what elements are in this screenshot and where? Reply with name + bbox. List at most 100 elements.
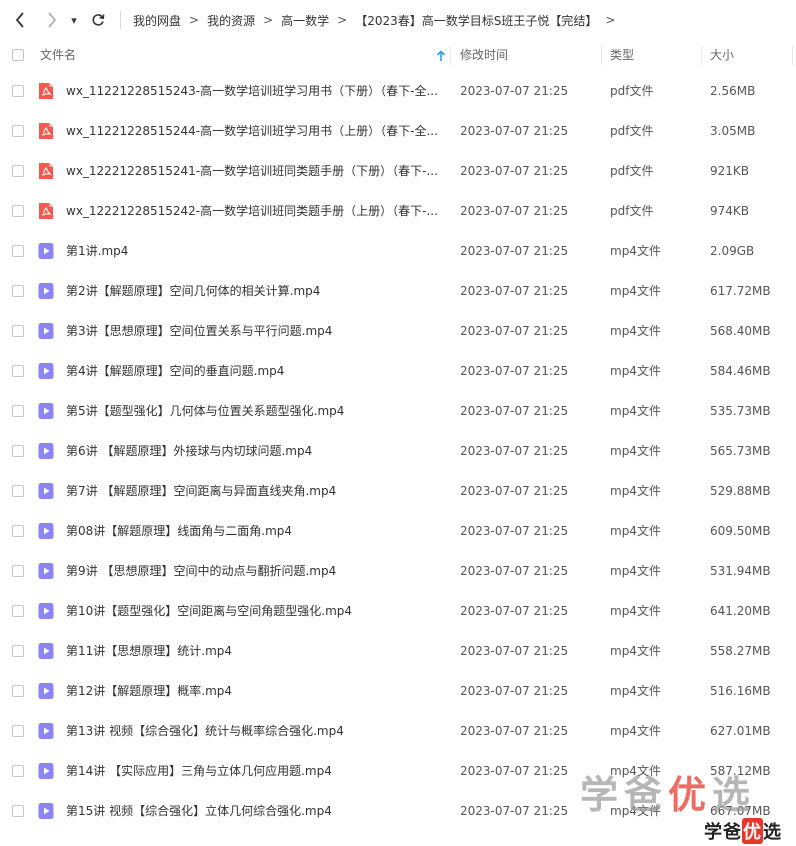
file-row[interactable]: 第14讲 【实际应用】三角与立体几何应用题.mp4 2023-07-07 21:2… <box>0 751 796 791</box>
file-modified: 2023-07-07 21:25 <box>460 564 569 578</box>
file-name[interactable]: wx_11221228515244-高一数学培训班学习用书（上册）（春下-全..… <box>66 111 438 151</box>
file-row[interactable]: 第7讲 【解题原理】空间距离与异面直线夹角.mp4 2023-07-07 21:2… <box>0 471 796 511</box>
row-checkbox[interactable] <box>12 245 24 257</box>
column-divider[interactable] <box>792 46 793 65</box>
file-type: mp4文件 <box>610 444 661 458</box>
column-header-size[interactable]: 大小 <box>710 40 734 71</box>
toolbar-divider <box>120 11 121 29</box>
file-name[interactable]: wx_12221228515242-高一数学培训班同类题手册（上册）（春下-..… <box>66 191 438 231</box>
file-size: 3.05MB <box>710 124 756 138</box>
column-divider[interactable] <box>701 46 702 65</box>
file-name[interactable]: 第2讲【解题原理】空间几何体的相关计算.mp4 <box>66 271 320 311</box>
column-divider[interactable] <box>601 46 602 65</box>
file-name[interactable]: 第08讲【解题原理】线面角与二面角.mp4 <box>66 511 292 551</box>
file-type: mp4文件 <box>610 604 661 618</box>
row-checkbox[interactable] <box>12 565 24 577</box>
file-modified: 2023-07-07 21:25 <box>460 444 569 458</box>
file-name[interactable]: 第3讲【思想原理】空间位置关系与平行问题.mp4 <box>66 311 332 351</box>
file-row[interactable]: 第2讲【解题原理】空间几何体的相关计算.mp4 2023-07-07 21:25 m… <box>0 271 796 311</box>
file-name[interactable]: 第14讲 【实际应用】三角与立体几何应用题.mp4 <box>66 751 332 791</box>
column-header-type[interactable]: 类型 <box>610 40 634 71</box>
file-size: 2.56MB <box>710 84 756 98</box>
row-checkbox[interactable] <box>12 805 24 817</box>
file-row[interactable]: 第12讲【解题原理】概率.mp4 2023-07-07 21:25 mp4文件 516… <box>0 671 796 711</box>
file-modified: 2023-07-07 21:25 <box>460 764 569 778</box>
breadcrumb: 我的网盘 > 我的资源 > 高一数学 > 【2023春】高一数学目标S班王子悦【… <box>133 12 623 29</box>
file-modified: 2023-07-07 21:25 <box>460 164 569 178</box>
row-checkbox[interactable] <box>12 365 24 377</box>
breadcrumb-item-current-folder[interactable]: 【2023春】高一数学目标S班王子悦【完结】 <box>355 12 597 29</box>
file-row[interactable]: wx_12221228515242-高一数学培训班同类题手册（上册）（春下-..… <box>0 191 796 231</box>
file-name[interactable]: 第11讲【思想原理】统计.mp4 <box>66 631 232 671</box>
file-row[interactable]: wx_11221228515243-高一数学培训班学习用书（下册）（春下-全..… <box>0 71 796 111</box>
file-modified: 2023-07-07 21:25 <box>460 804 569 818</box>
file-row[interactable]: wx_11221228515244-高一数学培训班学习用书（上册）（春下-全..… <box>0 111 796 151</box>
file-name[interactable]: 第15讲 视频【综合强化】立体几何综合强化.mp4 <box>66 791 332 831</box>
refresh-icon[interactable] <box>86 8 110 32</box>
file-name[interactable]: 第6讲 【解题原理】外接球与内切球问题.mp4 <box>66 431 312 471</box>
toolbar: ▾ 我的网盘 > 我的资源 > 高一数学 > 【2023春】高一数学目标S班王子… <box>0 0 796 40</box>
pdf-icon <box>39 163 53 179</box>
row-checkbox[interactable] <box>12 125 24 137</box>
column-header-modified[interactable]: 修改时间 <box>460 40 508 71</box>
file-row[interactable]: 第4讲【解题原理】空间的垂直问题.mp4 2023-07-07 21:25 mp4文… <box>0 351 796 391</box>
row-checkbox[interactable] <box>12 165 24 177</box>
back-arrow-icon[interactable] <box>8 8 32 32</box>
file-type: mp4文件 <box>610 564 661 578</box>
file-type: pdf文件 <box>610 124 654 138</box>
file-name[interactable]: 第4讲【解题原理】空间的垂直问题.mp4 <box>66 351 284 391</box>
file-row[interactable]: 第9讲 【思想原理】空间中的动点与翻折问题.mp4 2023-07-07 21:2… <box>0 551 796 591</box>
breadcrumb-item-my-resources[interactable]: 我的资源 <box>207 12 255 29</box>
file-type: mp4文件 <box>610 284 661 298</box>
file-row[interactable]: 第1讲.mp4 2023-07-07 21:25 mp4文件 2.09GB <box>0 231 796 271</box>
breadcrumb-expand-arrow[interactable]: > <box>605 13 615 27</box>
row-checkbox[interactable] <box>12 525 24 537</box>
row-checkbox[interactable] <box>12 685 24 697</box>
forward-arrow-icon[interactable] <box>40 8 64 32</box>
file-name[interactable]: 第9讲 【思想原理】空间中的动点与翻折问题.mp4 <box>66 551 336 591</box>
file-name[interactable]: 第5讲【题型强化】几何体与位置关系题型强化.mp4 <box>66 391 344 431</box>
row-checkbox[interactable] <box>12 645 24 657</box>
history-dropdown-icon[interactable]: ▾ <box>66 8 82 32</box>
breadcrumb-item-my-disk[interactable]: 我的网盘 <box>133 12 181 29</box>
file-row[interactable]: 第11讲【思想原理】统计.mp4 2023-07-07 21:25 mp4文件 558… <box>0 631 796 671</box>
file-name[interactable]: 第10讲【题型强化】空间距离与空间角题型强化.mp4 <box>66 591 352 631</box>
file-row[interactable]: 第15讲 视频【综合强化】立体几何综合强化.mp4 2023-07-07 21:2… <box>0 791 796 831</box>
file-name[interactable]: 第13讲 视频【综合强化】统计与概率综合强化.mp4 <box>66 711 344 751</box>
file-row[interactable]: 第3讲【思想原理】空间位置关系与平行问题.mp4 2023-07-07 21:25… <box>0 311 796 351</box>
column-header-name[interactable]: 文件名 <box>40 40 76 71</box>
select-all-checkbox[interactable] <box>12 49 24 61</box>
file-row[interactable]: 第5讲【题型强化】几何体与位置关系题型强化.mp4 2023-07-07 21:2… <box>0 391 796 431</box>
row-checkbox[interactable] <box>12 205 24 217</box>
row-checkbox[interactable] <box>12 485 24 497</box>
file-row[interactable]: wx_12221228515241-高一数学培训班同类题手册（下册）（春下-..… <box>0 151 796 191</box>
file-size: 516.16MB <box>710 684 771 698</box>
column-divider[interactable] <box>450 46 451 65</box>
breadcrumb-item-grade-math[interactable]: 高一数学 <box>281 12 329 29</box>
file-modified: 2023-07-07 21:25 <box>460 404 569 418</box>
row-checkbox[interactable] <box>12 445 24 457</box>
row-checkbox[interactable] <box>12 85 24 97</box>
row-checkbox[interactable] <box>12 765 24 777</box>
file-row[interactable]: 第13讲 视频【综合强化】统计与概率综合强化.mp4 2023-07-07 21:… <box>0 711 796 751</box>
video-icon <box>38 643 54 659</box>
file-row[interactable]: 第6讲 【解题原理】外接球与内切球问题.mp4 2023-07-07 21:25 m… <box>0 431 796 471</box>
file-modified: 2023-07-07 21:25 <box>460 204 569 218</box>
file-row[interactable]: 第08讲【解题原理】线面角与二面角.mp4 2023-07-07 21:25 mp4… <box>0 511 796 551</box>
file-name[interactable]: wx_12221228515241-高一数学培训班同类题手册（下册）（春下-..… <box>66 151 438 191</box>
row-checkbox[interactable] <box>12 325 24 337</box>
file-row[interactable]: 第10讲【题型强化】空间距离与空间角题型强化.mp4 2023-07-07 21:… <box>0 591 796 631</box>
sort-ascending-icon[interactable] <box>436 50 446 62</box>
file-name[interactable]: 第7讲 【解题原理】空间距离与异面直线夹角.mp4 <box>66 471 336 511</box>
file-modified: 2023-07-07 21:25 <box>460 484 569 498</box>
row-checkbox[interactable] <box>12 605 24 617</box>
row-checkbox[interactable] <box>12 405 24 417</box>
file-name[interactable]: 第12讲【解题原理】概率.mp4 <box>66 671 232 711</box>
file-name[interactable]: 第1讲.mp4 <box>66 231 128 271</box>
file-type: pdf文件 <box>610 204 654 218</box>
file-type: pdf文件 <box>610 84 654 98</box>
video-icon <box>38 363 54 379</box>
row-checkbox[interactable] <box>12 725 24 737</box>
file-name[interactable]: wx_11221228515243-高一数学培训班学习用书（下册）（春下-全..… <box>66 71 438 111</box>
row-checkbox[interactable] <box>12 285 24 297</box>
